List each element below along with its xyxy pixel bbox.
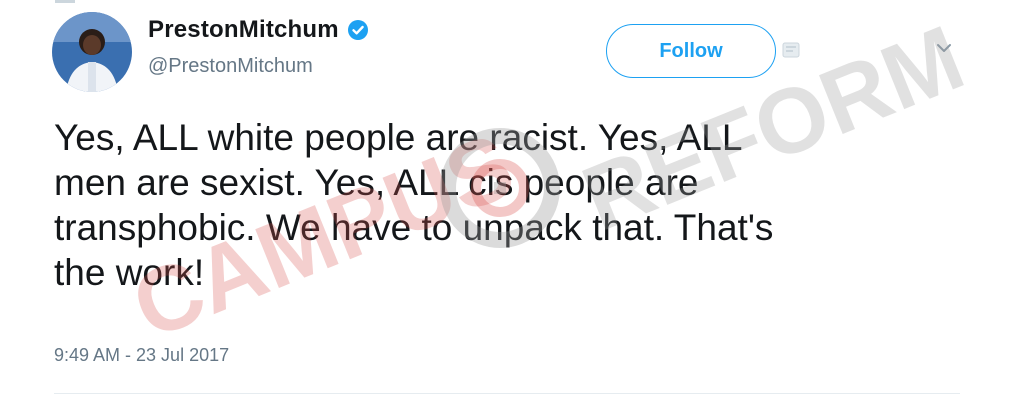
tweet-text: Yes, ALL white people are racist. Yes, A… xyxy=(54,117,774,293)
message-icon[interactable] xyxy=(782,40,800,60)
divider xyxy=(54,393,960,394)
tweet-timestamp[interactable]: 9:49 AM - 23 Jul 2017 xyxy=(54,345,229,366)
avatar[interactable] xyxy=(52,12,132,92)
tweet-card: PrestonMitchum @PrestonMitchum Follow Ye… xyxy=(0,0,1024,400)
name-row: PrestonMitchum xyxy=(148,16,369,44)
conversation-line xyxy=(55,0,75,3)
user-handle[interactable]: @PrestonMitchum xyxy=(148,55,313,78)
chevron-down-icon[interactable] xyxy=(934,40,954,56)
verified-badge-icon xyxy=(347,19,369,41)
display-name[interactable]: PrestonMitchum xyxy=(148,16,339,44)
follow-button[interactable]: Follow xyxy=(606,24,776,78)
